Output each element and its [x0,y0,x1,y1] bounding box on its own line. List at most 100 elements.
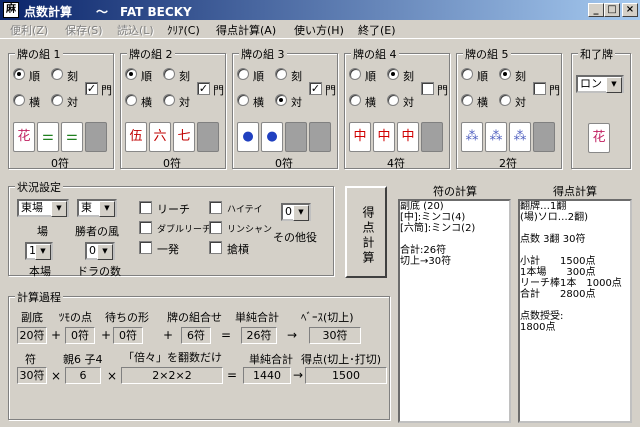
honba-label: 本場 [29,265,51,278]
fu-calc-line: 合計:26符 [400,245,447,256]
radio-horizontal[interactable] [461,94,473,106]
label-doubling: 「倍々」を翻数だけ [123,351,222,364]
tile[interactable]: ⚌ [61,122,83,152]
haitei-checkbox[interactable] [209,201,222,214]
arrow-icon: → [293,368,304,382]
round-select[interactable]: 東場 [17,199,69,217]
radio-pair[interactable] [387,94,399,106]
tile[interactable]: 花 [13,122,35,152]
radio-horizontal[interactable] [349,94,361,106]
radio-pair[interactable] [275,94,287,106]
menu-calculate[interactable]: 得点計算(A) [216,22,276,38]
radio-pair-label: 対 [67,96,78,109]
minimize-icon[interactable]: _ [588,3,604,17]
radio-sequence[interactable] [13,68,25,80]
label-tsumo-fu: ﾂﾓの点 [59,311,92,324]
rinshan-label: リンシャン [227,225,273,235]
radio-sequence-label: 順 [29,70,40,83]
menu-bar: 便利(Z) 保存(S) 読込(L) ｸﾘｱ(C) 得点計算(A) 使い方(H) … [0,20,640,39]
radio-horizontal[interactable] [13,94,25,106]
tile[interactable]: 六 [149,122,171,152]
meld-group-4-title: 牌の組 4 [351,46,399,62]
radio-horizontal[interactable] [237,94,249,106]
double-riichi-checkbox[interactable] [139,221,152,234]
radio-triplet-label: 刻 [291,70,302,83]
label-fu: 符 [25,353,36,366]
tile[interactable]: 中 [373,122,395,152]
radio-pair[interactable] [499,94,511,106]
empty-tile-slot[interactable] [421,122,443,152]
riichi-checkbox[interactable] [139,201,152,214]
score-calc-line: 小計 1500点 [520,256,596,267]
radio-sequence[interactable] [461,68,473,80]
empty-tile-slot[interactable] [533,122,555,152]
tile[interactable]: 中 [397,122,419,152]
concealed-checkbox[interactable]: ✓ [197,82,210,95]
close-icon[interactable]: × [622,3,638,17]
menu-save[interactable]: 保存(S) [65,22,103,38]
concealed-checkbox[interactable] [533,82,546,95]
menu-help[interactable]: 使い方(H) [294,22,344,38]
value-score: 1500 [305,367,387,384]
double-riichi-label: ダブルリーチ [157,225,212,235]
menu-exit[interactable]: 終了(E) [358,22,396,38]
fu-calc-line: 切上→30符 [400,256,452,267]
radio-triplet[interactable] [163,68,175,80]
fu-value: 0符 [163,157,181,170]
plus-sign: + [101,328,112,342]
radio-triplet[interactable] [499,68,511,80]
concealed-checkbox[interactable]: ✓ [85,82,98,95]
score-calc-line: 1本場 300点 [520,267,596,278]
radio-triplet[interactable] [51,68,63,80]
concealed-checkbox[interactable] [421,82,434,95]
tile[interactable]: 七 [173,122,195,152]
tile[interactable]: ⚌ [37,122,59,152]
tile[interactable]: ⁂ [509,122,531,152]
plus-sign: + [51,328,62,342]
chankan-checkbox[interactable] [209,241,222,254]
radio-sequence[interactable] [237,68,249,80]
tile[interactable]: ● [237,122,259,152]
radio-pair[interactable] [51,94,63,106]
riichi-label: リーチ [157,203,190,216]
radio-sequence[interactable] [125,68,137,80]
radio-horizontal-label: 横 [365,96,376,109]
empty-tile-slot[interactable] [309,122,331,152]
menu-clear[interactable]: ｸﾘｱ(C) [167,22,200,38]
rinshan-checkbox[interactable] [209,221,222,234]
concealed-checkbox[interactable]: ✓ [309,82,322,95]
tile[interactable]: 中 [349,122,371,152]
radio-triplet[interactable] [275,68,287,80]
win-type-select[interactable]: ロン [576,75,624,93]
dora-label: ドラの数 [77,265,121,278]
equals-sign: = [221,328,232,342]
menu-load[interactable]: 読込(L) [117,22,154,38]
menu-convenience[interactable]: 便利(Z) [10,22,48,38]
radio-sequence-label: 順 [365,70,376,83]
tile[interactable]: 伍 [125,122,147,152]
radio-pair[interactable] [163,94,175,106]
calculate-button[interactable]: 得点計算 [345,186,387,278]
score-calc-list[interactable]: 翻牌…1翻 (場)ソロ…2翻) 点数 3翻 30符 小計 1500点 1本場 300… [518,199,632,423]
dora-select[interactable]: 0 [85,242,115,260]
meld-group-5: 牌の組 5 順刻横対門 ⁂ ⁂ ⁂ 2符 [456,46,562,170]
tile[interactable]: ● [261,122,283,152]
honba-select[interactable]: 1 [25,242,53,260]
tile[interactable]: ⁂ [485,122,507,152]
empty-tile-slot[interactable] [285,122,307,152]
other-yaku-select[interactable]: 0 [281,203,311,221]
maximize-icon[interactable]: □ [604,3,620,17]
fu-calc-list[interactable]: 副底 (20) [中]:ミンコ(4) [六筒]:ミンコ(2) 合計:26符 切上→30… [398,199,511,423]
wind-select[interactable]: 東 [77,199,117,217]
radio-sequence[interactable] [349,68,361,80]
ippatsu-checkbox[interactable] [139,241,152,254]
radio-triplet-label: 刻 [179,70,190,83]
radio-horizontal[interactable] [125,94,137,106]
radio-triplet[interactable] [387,68,399,80]
score-calc-line: リーチ棒1本 1000点 [520,278,622,289]
empty-tile-slot[interactable] [197,122,219,152]
empty-tile-slot[interactable] [85,122,107,152]
value-tsumo-fu: 0符 [65,327,95,344]
value-simple-sum-2: 1440 [243,367,291,384]
tile[interactable]: ⁂ [461,122,483,152]
